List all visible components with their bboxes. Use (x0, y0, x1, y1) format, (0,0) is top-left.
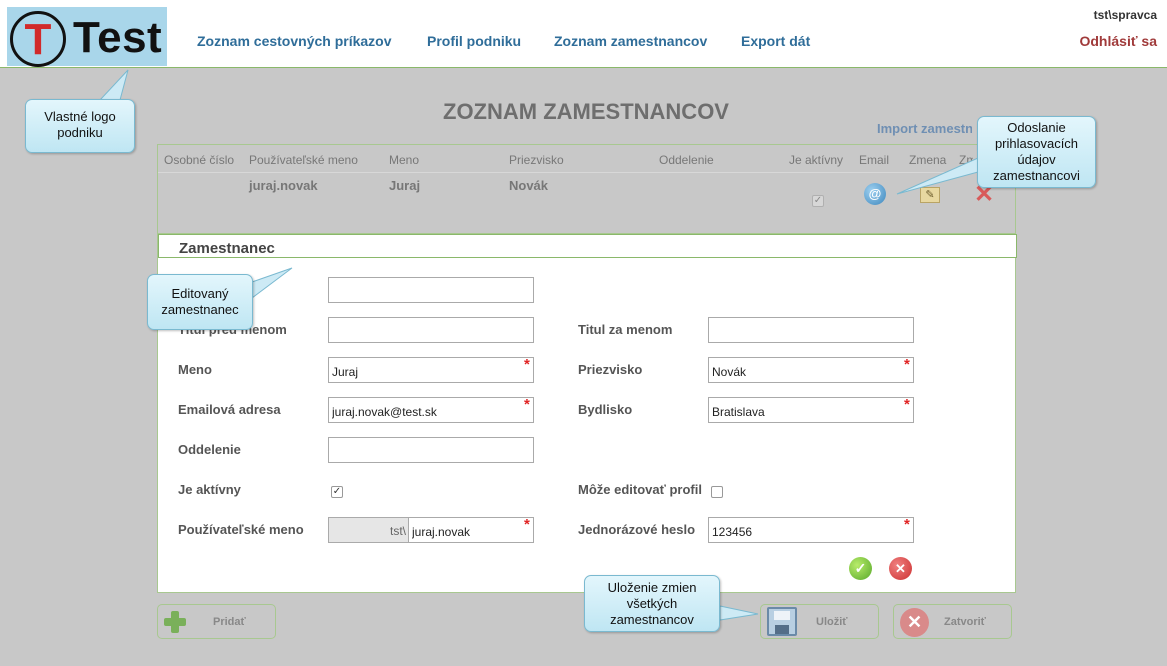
confirm-icon[interactable]: ✓ (849, 557, 872, 580)
header: T Test Zoznam cestovných príkazov Profil… (0, 0, 1167, 68)
current-user: tst\spravca (1093, 8, 1157, 22)
label-username: Používateľské meno (178, 522, 304, 537)
import-employees-link[interactable]: Import zamestnancov (877, 121, 972, 136)
nav-export[interactable]: Export dát (741, 33, 810, 49)
col-active[interactable]: Je aktívny (789, 153, 843, 167)
grid-header: Osobné číslo Používateľské meno Meno Pri… (158, 145, 1015, 173)
nav-company-profile[interactable]: Profil podniku (427, 33, 521, 49)
col-last-name[interactable]: Priezvisko (509, 153, 564, 167)
callout-custom-logo: Vlastné logo podniku (25, 99, 135, 153)
col-first-name[interactable]: Meno (389, 153, 419, 167)
logo-callout-tail (98, 69, 129, 101)
username-input[interactable] (408, 517, 534, 543)
row-first-name: Juraj (389, 178, 421, 193)
username-domain-prefix: tst\ (328, 517, 408, 543)
label-email: Emailová adresa (178, 402, 281, 417)
nav-travel-orders[interactable]: Zoznam cestovných príkazov (197, 33, 392, 49)
callout-edited-employee: Editovaný zamestnanec (147, 274, 253, 330)
department-input[interactable] (328, 437, 534, 463)
callout-send-credentials: Odoslanie prihlasovacích údajov zamestna… (977, 116, 1096, 188)
close-button-label: Zatvoriť (944, 616, 986, 628)
add-button-label: Pridať (213, 616, 246, 628)
last-name-input[interactable] (708, 357, 914, 383)
required-marker: * (904, 516, 910, 533)
company-logo[interactable]: T Test (7, 7, 167, 67)
label-residence: Bydlisko (578, 402, 633, 417)
title-before-input[interactable] (328, 317, 534, 343)
row-last-name: Novák (509, 178, 549, 193)
active-checkbox[interactable]: ✓ (331, 486, 343, 498)
email-input[interactable] (328, 397, 534, 423)
col-personal-number[interactable]: Osobné číslo (164, 153, 234, 167)
add-button[interactable]: Pridať (157, 604, 276, 639)
logo-letter: T (24, 15, 52, 64)
employees-grid: Osobné číslo Používateľské meno Meno Pri… (157, 144, 1016, 234)
personal-number-input[interactable] (328, 277, 534, 303)
floppy-disk-icon (767, 607, 797, 636)
label-title-after: Titul za menom (578, 322, 673, 337)
col-username[interactable]: Používateľské meno (249, 153, 358, 167)
logo-circle-icon: T (10, 11, 66, 67)
can-edit-profile-checkbox[interactable] (711, 486, 723, 498)
col-delete[interactable]: Zmazať (959, 153, 973, 167)
row-active-checkbox: ✓ (812, 195, 824, 207)
col-department[interactable]: Oddelenie (659, 153, 714, 167)
close-icon: ✕ (900, 608, 929, 637)
logo-word: Test (73, 13, 163, 62)
col-edit[interactable]: Zmena (909, 153, 946, 167)
required-marker: * (524, 396, 530, 413)
label-can-edit-profile: Môže editovať profil (578, 482, 702, 497)
plus-icon (164, 611, 186, 633)
label-active: Je aktívny (178, 482, 241, 497)
label-first-name: Meno (178, 362, 212, 377)
panel-header: Zamestnanec (158, 234, 1017, 258)
required-marker: * (904, 396, 910, 413)
panel-title: Zamestnanec (179, 240, 275, 257)
callout-save-changes: Uloženie zmien všetkých zamestnancov (584, 575, 720, 632)
edit-icon[interactable]: ✎ (920, 187, 940, 203)
save-callout-tail (719, 605, 759, 621)
col-email[interactable]: Email (859, 153, 889, 167)
close-button[interactable]: ✕ Zatvoriť (893, 604, 1012, 639)
label-one-time-password: Jednorázové heslo (578, 522, 696, 537)
first-name-input[interactable] (328, 357, 534, 383)
save-button-label: Uložiť (816, 616, 848, 628)
employee-edit-panel: Zamestnanec Titul pred menom Titul za me… (157, 234, 1017, 593)
save-button[interactable]: Uložiť (760, 604, 879, 639)
label-last-name: Priezvisko (578, 362, 643, 377)
title-after-input[interactable] (708, 317, 914, 343)
row-username: juraj.novak (249, 178, 318, 193)
page-title: ZOZNAM ZAMESTNANCOV (443, 99, 729, 124)
required-marker: * (904, 356, 910, 373)
nav-employees[interactable]: Zoznam zamestnancov (554, 33, 707, 49)
residence-input[interactable] (708, 397, 914, 423)
cancel-edit-icon[interactable]: ✕ (889, 557, 912, 580)
required-marker: * (524, 356, 530, 373)
label-department: Oddelenie (178, 442, 241, 457)
logout-link[interactable]: Odhlásiť sa (1079, 33, 1157, 49)
one-time-password-input[interactable] (708, 517, 914, 543)
send-email-icon[interactable]: @ (864, 183, 886, 205)
required-marker: * (524, 516, 530, 533)
